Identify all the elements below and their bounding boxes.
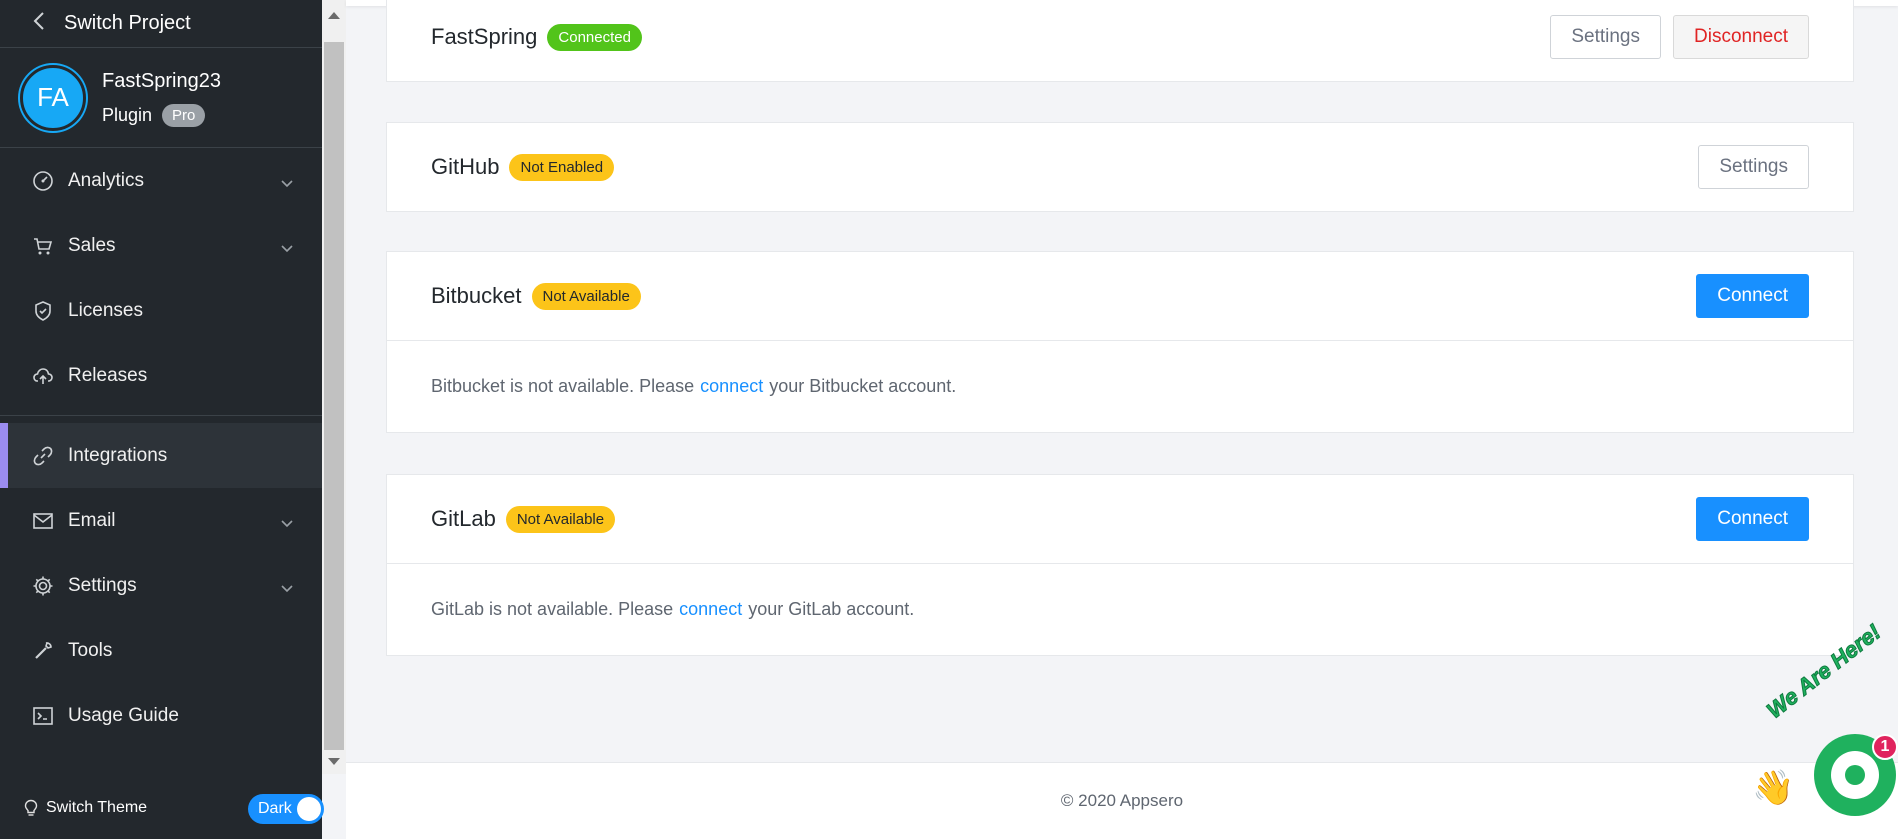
sidebar-item-releases[interactable]: Releases: [0, 343, 322, 408]
sidebar-item-label: Sales: [68, 234, 116, 256]
cart-icon: [32, 235, 54, 257]
toggle-knob: [297, 797, 321, 821]
chevron-down-icon: [280, 239, 294, 253]
status-badge: Not Enabled: [509, 153, 615, 181]
theme-switcher: Switch Theme Dark: [0, 786, 324, 830]
chevron-down-icon: [280, 514, 294, 528]
sidebar-item-label: Usage Guide: [68, 704, 179, 726]
status-badge: Connected: [547, 23, 642, 51]
switch-project-button[interactable]: Switch Project: [0, 0, 322, 48]
chevron-down-icon: [280, 579, 294, 593]
project-name: FastSpring23: [102, 70, 221, 92]
settings-button[interactable]: Settings: [1550, 15, 1661, 59]
mail-icon: [32, 510, 54, 532]
nav-divider: [0, 415, 322, 416]
integration-title: FastSpring: [431, 24, 538, 49]
copyright-text: © 2020 Appsero: [1060, 791, 1184, 810]
card-message: GitLab is not available. Please connect …: [387, 563, 1853, 655]
scroll-up-arrow[interactable]: [328, 12, 340, 19]
sidebar-item-tools[interactable]: Tools: [0, 618, 322, 683]
connect-button[interactable]: Connect: [1696, 274, 1809, 318]
shield-icon: [32, 300, 54, 322]
card-header: GitLab Not Available Connect: [387, 475, 1853, 563]
status-badge: Not Available: [505, 505, 616, 533]
connect-link[interactable]: connect: [700, 376, 763, 397]
connect-button[interactable]: Connect: [1696, 497, 1809, 541]
message-text: your Bitbucket account.: [769, 376, 957, 396]
integration-title: GitLab: [431, 506, 496, 531]
sidebar-item-licenses[interactable]: Licenses: [0, 278, 322, 343]
sidebar-nav: Analytics Sales Licenses Releases: [0, 148, 322, 408]
chat-widget[interactable]: We Are Here! 👋 1: [1748, 619, 1898, 839]
sidebar: Switch Project FA FastSpring23 Plugin Pr…: [0, 0, 324, 839]
sidebar-item-label: Integrations: [68, 444, 168, 466]
sidebar-item-email[interactable]: Email: [0, 488, 322, 553]
sidebar-scrollbar[interactable]: [322, 0, 346, 774]
card-actions: Connect: [1696, 274, 1809, 318]
card-header: GitHub Not Enabled Settings: [387, 123, 1853, 211]
chevron-down-icon: [280, 174, 294, 188]
sidebar-item-usage-guide[interactable]: Usage Guide: [0, 683, 322, 748]
avatar: FA: [20, 64, 86, 131]
sidebar-item-label: Analytics: [68, 169, 145, 191]
dashboard-icon: [32, 170, 54, 192]
card-message: Bitbucket is not available. Please conne…: [387, 340, 1853, 432]
card-header: FastSpring Connected Settings Disconnect: [387, 0, 1853, 81]
sidebar-item-integrations[interactable]: Integrations: [0, 423, 322, 488]
sidebar-item-label: Email: [68, 509, 116, 531]
chevron-left-icon: [32, 10, 46, 38]
theme-toggle[interactable]: Dark: [248, 794, 324, 824]
connect-link[interactable]: connect: [679, 599, 742, 620]
card-header: Bitbucket Not Available Connect: [387, 252, 1853, 340]
cloud-upload-icon: [32, 365, 54, 387]
message-text: your GitLab account.: [748, 599, 915, 619]
project-type: Plugin: [102, 105, 153, 125]
chat-bubble-icon: [1831, 751, 1879, 799]
link-icon: [32, 445, 54, 467]
card-actions: Settings: [1698, 145, 1809, 189]
unread-count-badge: 1: [1872, 734, 1898, 760]
integration-card-fastspring: FastSpring Connected Settings Disconnect: [386, 0, 1854, 82]
integration-card-github: GitHub Not Enabled Settings: [386, 122, 1854, 212]
waving-hand-icon: 👋: [1752, 769, 1795, 807]
tier-badge: Pro: [162, 104, 206, 127]
sidebar-item-label: Releases: [68, 364, 148, 386]
card-actions: Settings Disconnect: [1550, 15, 1809, 59]
sidebar-nav-secondary: Integrations Email Settings Tools Usage …: [0, 423, 322, 748]
lightbulb-icon: [24, 799, 38, 817]
project-summary: FA FastSpring23 Plugin Pro: [0, 48, 322, 148]
project-meta: Plugin Pro: [102, 104, 221, 127]
theme-toggle-label: Dark: [258, 800, 292, 817]
scroll-down-arrow[interactable]: [328, 758, 340, 765]
terminal-icon: [32, 705, 54, 727]
gear-icon: [32, 575, 54, 597]
integration-card-gitlab: GitLab Not Available Connect GitLab is n…: [386, 474, 1854, 656]
sidebar-item-label: Tools: [68, 639, 113, 661]
sidebar-item-label: Licenses: [68, 299, 143, 321]
sidebar-item-settings[interactable]: Settings: [0, 553, 322, 618]
status-badge: Not Available: [531, 282, 641, 310]
settings-button[interactable]: Settings: [1698, 145, 1809, 189]
message-text: Bitbucket is not available. Please: [431, 376, 695, 396]
switch-theme-label: Switch Theme: [46, 799, 148, 816]
sidebar-scroll-area: Switch Project FA FastSpring23 Plugin Pr…: [0, 0, 322, 780]
sidebar-item-sales[interactable]: Sales: [0, 213, 322, 278]
scrollbar-thumb[interactable]: [324, 42, 344, 750]
switch-project-label: Switch Project: [64, 12, 191, 34]
card-actions: Connect: [1696, 497, 1809, 541]
integration-title: GitHub: [431, 154, 500, 179]
main-content: FastSpring Connected Settings Disconnect…: [346, 0, 1898, 839]
disconnect-button[interactable]: Disconnect: [1673, 15, 1809, 59]
message-text: GitLab is not available. Please: [431, 599, 674, 619]
integration-card-bitbucket: Bitbucket Not Available Connect Bitbucke…: [386, 251, 1854, 433]
wrench-icon: [32, 640, 54, 662]
footer: © 2020 Appsero: [346, 762, 1898, 839]
project-info: FastSpring23 Plugin Pro: [102, 68, 221, 127]
sidebar-item-label: Settings: [68, 574, 137, 596]
sidebar-item-analytics[interactable]: Analytics: [0, 148, 322, 213]
integration-title: Bitbucket: [431, 283, 522, 308]
